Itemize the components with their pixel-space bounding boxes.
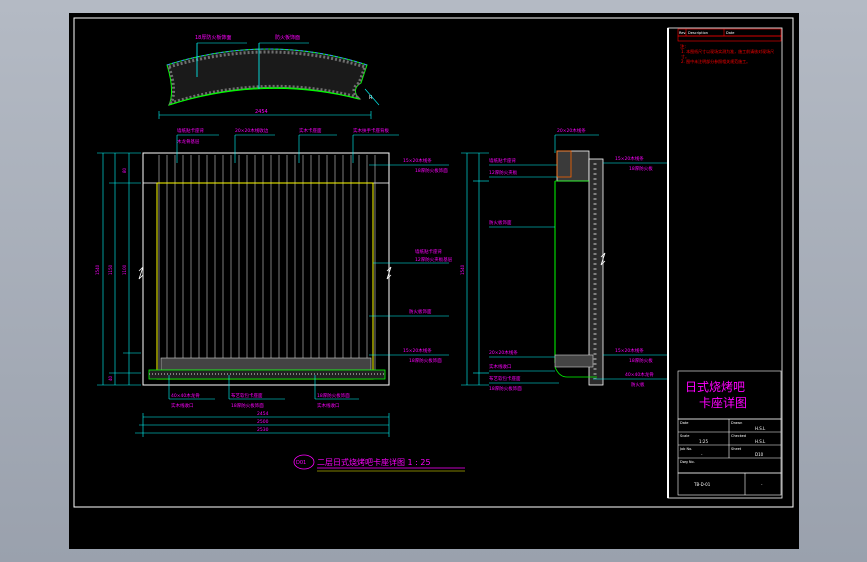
elev-bottom-2b: 18厚防火板饰面 bbox=[231, 402, 264, 409]
elev-right-5: 防火板饰面 bbox=[409, 308, 432, 315]
section-rb-2: 18厚防火板 bbox=[629, 357, 653, 364]
tb-drawing-title-2: 卡座详图 bbox=[699, 395, 747, 410]
tb-r4-ll: Dwg No. bbox=[680, 460, 695, 464]
tb-header-2: Description bbox=[688, 31, 708, 35]
main-title-index: D01 bbox=[296, 460, 306, 466]
tb-bottom-right: - bbox=[761, 482, 763, 487]
section-bottom-4: 18厚防火板饰面 bbox=[489, 385, 522, 392]
tb-drawing-title-1: 日式烧烤吧 bbox=[685, 379, 745, 394]
cad-drawing[interactable]: 18厚防火板饰面 防火板饰面 2454 R 1540 1150 1100 80 … bbox=[69, 13, 799, 549]
tb-r3-lv: - bbox=[701, 452, 703, 457]
title-block: Rev. Description Date 注: 1. 本图纸尺寸以现场实测为准… bbox=[667, 27, 783, 499]
section-right-2: 18厚防火板 bbox=[629, 165, 653, 172]
tb-r3-rv: D10 bbox=[755, 452, 764, 457]
tb-bottom-left: TB-D-01 bbox=[693, 482, 711, 487]
elev-dim-3: 2530 bbox=[257, 427, 269, 433]
elevation-slats bbox=[158, 155, 376, 373]
elev-bottom-1b: 实木线收口 bbox=[171, 402, 194, 409]
elev-right-6: 15×20木线条 bbox=[403, 347, 432, 354]
tb-r1-ll: Date bbox=[680, 421, 688, 425]
section-bottom-3: 布艺软包卡座面 bbox=[489, 375, 521, 382]
section-bottom-2: 实木线收口 bbox=[489, 363, 512, 370]
section-bottom-1: 20×20木线条 bbox=[489, 349, 518, 356]
section-right-1: 15×20木线条 bbox=[615, 155, 644, 162]
tb-r3-ll: Job No. bbox=[679, 447, 692, 451]
main-title-text: 二层日式烧烤吧卡座详图 1 : 25 bbox=[317, 457, 431, 467]
elev-right-1: 15×20木线条 bbox=[403, 157, 432, 164]
dim-left-mid: 1100 bbox=[122, 264, 127, 275]
cad-viewport[interactable]: 18厚防火板饰面 防火板饰面 2454 R 1540 1150 1100 80 … bbox=[69, 13, 799, 549]
elev-dim-2: 2500 bbox=[257, 419, 269, 425]
elev-dim-1: 2454 bbox=[257, 411, 269, 417]
tb-r2-rl: Checked bbox=[731, 434, 746, 438]
elev-top-1: 墙纸贴卡座背 bbox=[177, 127, 204, 134]
tb-note-1: 1. 本图纸尺寸以现场实测为准，施工前请核对现场尺寸。 bbox=[681, 49, 775, 59]
elev-bottom-1: 40×40木龙骨 bbox=[171, 392, 200, 399]
dim-left-total: 1540 bbox=[95, 264, 100, 275]
elev-right-3: 墙纸贴卡座背 bbox=[415, 248, 442, 255]
section-rb-1: 15×20木线条 bbox=[615, 347, 644, 354]
tb-r2-ll: Scale bbox=[680, 434, 689, 438]
front-elevation: 1540 1150 1100 80 40 墙纸贴卡座背 木龙骨基层 20×20木… bbox=[95, 127, 453, 437]
elevation-panel bbox=[156, 182, 374, 380]
tb-r2-rv: H.S.L bbox=[755, 439, 766, 444]
tb-header-1: Rev. bbox=[679, 31, 686, 35]
arch-label-right: 防火板饰面 bbox=[275, 34, 300, 41]
section-rb-4: 防火板 bbox=[631, 381, 645, 388]
dim-left-top: 80 bbox=[122, 167, 127, 173]
elev-right-7: 18厚防火板饰面 bbox=[409, 357, 442, 364]
elev-top-4: 实木扶手卡座背板 bbox=[353, 127, 389, 134]
elev-bottom-2: 布艺软包卡座面 bbox=[231, 392, 263, 399]
section-left-3: 防火板饰面 bbox=[489, 219, 512, 226]
section-rb-3: 40×40木龙骨 bbox=[625, 371, 654, 378]
elev-top-2: 20×20木线收边 bbox=[235, 127, 269, 134]
arch-section: 18厚防火板饰面 防火板饰面 2454 R bbox=[158, 34, 380, 119]
side-section: 1540 20×20木线条 墙纸贴卡座背 12厚防火夹板 防火板饰面 15×20… bbox=[460, 127, 669, 392]
main-title: D01 二层日式烧烤吧卡座详图 1 : 25 bbox=[293, 454, 465, 472]
tb-note-2: 2. 图中未注明部分参照相关规范施工。 bbox=[681, 59, 751, 64]
elev-top-3: 实木卡座面 bbox=[299, 127, 322, 134]
section-top-1: 20×20木线条 bbox=[557, 127, 586, 134]
section-dim-height: 1540 bbox=[460, 264, 465, 275]
arch-dim: 2454 bbox=[255, 109, 268, 115]
tb-r2-lv: 1:25 bbox=[699, 439, 708, 444]
tb-r3-rl: Sheet bbox=[731, 447, 742, 451]
tb-r1-rv: H.S.L bbox=[755, 426, 766, 431]
elev-right-4: 12厚防火夹板基层 bbox=[415, 256, 453, 263]
arch-label-left: 18厚防火板饰面 bbox=[195, 34, 231, 41]
elev-right-2: 18厚防火板饰面 bbox=[415, 167, 448, 174]
tb-header-3: Date bbox=[726, 31, 734, 35]
section-left-2: 12厚防火夹板 bbox=[489, 169, 518, 176]
dim-left-bottom: 40 bbox=[108, 375, 113, 381]
elev-top-1b: 木龙骨基层 bbox=[177, 138, 200, 145]
section-left-1: 墙纸贴卡座背 bbox=[489, 157, 516, 164]
dim-left-inner: 1150 bbox=[108, 264, 113, 275]
tb-r1-rl: Drawn bbox=[731, 421, 742, 425]
elev-bottom-3b: 实木线收口 bbox=[317, 402, 340, 409]
elev-bottom-3: 18厚防火板饰面 bbox=[317, 392, 350, 399]
